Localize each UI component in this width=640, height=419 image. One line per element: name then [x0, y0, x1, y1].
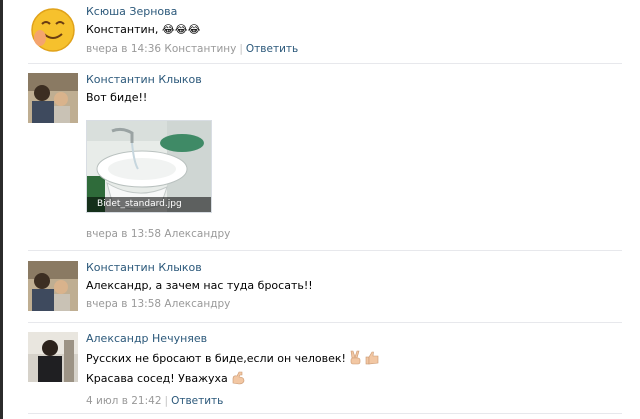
avatar[interactable] [28, 73, 78, 123]
comment-meta: вчера в 13:58 Александру [86, 227, 230, 241]
comment-meta: 4 июл в 21:42 | Ответить [86, 394, 622, 408]
comment-item: Ксюша Зернова Константин, 😂😂😂 вчера в 14… [28, 5, 622, 55]
smiley-avatar-image [28, 5, 78, 55]
comment-divider [28, 63, 622, 64]
reply-to-name[interactable]: Александру [164, 298, 230, 310]
comment-date[interactable]: 4 июл в 21:42 [86, 395, 162, 407]
comment-divider [28, 250, 622, 251]
comment-text-line: Александр, а зачем нас туда бросать!! [86, 279, 313, 292]
comment-body: Александр Нечуняев Русских не бросают в … [86, 332, 622, 408]
comment-date[interactable]: вчера в 13:58 [86, 228, 161, 240]
comment-divider [28, 322, 622, 323]
thumbs-up-emoji-icon [365, 350, 380, 370]
avatar[interactable] [28, 332, 78, 382]
avatar[interactable] [28, 5, 78, 55]
comment-author-link[interactable]: Александр Нечуняев [86, 332, 622, 346]
comment-item: Константин Клыков Вот биде!! Bidet_stand… [28, 73, 622, 243]
user-photo-image [28, 261, 78, 311]
flexed-biceps-emoji-icon [231, 370, 246, 390]
comment-author-link[interactable]: Константин Клыков [86, 261, 622, 275]
comment-author-link[interactable]: Ксюша Зернова [86, 5, 622, 19]
comment-text-line: Красава сосед! Уважуха [86, 370, 622, 390]
comment-text-line: Константин, 😂😂😂 [86, 23, 201, 36]
page-left-edge [0, 0, 3, 419]
victory-hand-emoji-icon [349, 350, 363, 370]
reply-to-name[interactable]: Константину [164, 43, 236, 55]
user-photo-image [28, 73, 78, 123]
photo-attachment[interactable]: Bidet_standard.jpg [86, 120, 212, 213]
comment-text: Вот биде!! [86, 90, 622, 106]
comment-text: Русских не бросают в биде,если он челове… [86, 350, 622, 390]
comment-text: Александр, а зачем нас туда бросать!! [86, 278, 622, 294]
comment-text-line: Русских не бросают в биде,если он челове… [86, 350, 622, 370]
user-photo-image [28, 332, 78, 382]
reply-button[interactable]: Ответить [246, 43, 298, 55]
attachment-caption: Bidet_standard.jpg [87, 197, 211, 212]
meta-separator: | [239, 43, 243, 55]
comment-meta: вчера в 14:36 Константину | Ответить [86, 42, 622, 56]
comment-divider [28, 413, 622, 414]
avatar[interactable] [28, 261, 78, 311]
reply-button[interactable]: Ответить [171, 395, 223, 407]
comment-item: Константин Клыков Александр, а зачем нас… [28, 261, 622, 316]
comment-body: Константин Клыков Вот биде!! Bidet_stand… [86, 73, 622, 240]
comment-meta: вчера в 13:58 Александру [86, 297, 622, 311]
comment-text: Константин, 😂😂😂 [86, 22, 622, 38]
reply-to-name[interactable]: Александру [164, 228, 230, 240]
comment-text-line: Вот биде!! [86, 91, 148, 104]
comment-date[interactable]: вчера в 13:58 [86, 298, 161, 310]
comment-item: Александр Нечуняев Русских не бросают в … [28, 332, 622, 407]
comment-author-link[interactable]: Константин Клыков [86, 73, 622, 87]
comment-body: Константин Клыков Александр, а зачем нас… [86, 261, 622, 311]
comment-body: Ксюша Зернова Константин, 😂😂😂 вчера в 14… [86, 5, 622, 56]
meta-separator: | [164, 395, 169, 407]
comment-date[interactable]: вчера в 14:36 [86, 43, 161, 55]
